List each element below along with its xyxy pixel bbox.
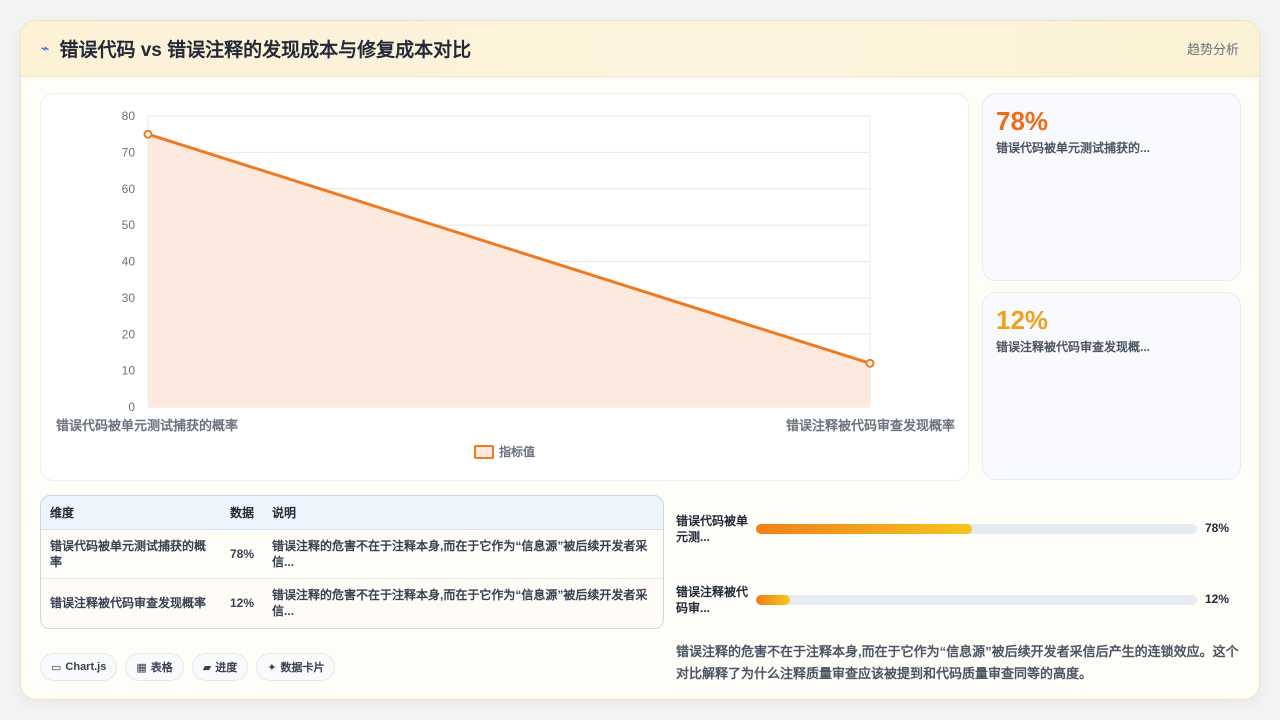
y-tick-label: 60: [122, 182, 136, 196]
y-tick-label: 50: [122, 218, 136, 232]
data-point: [865, 358, 875, 368]
progress-label: 错误代码被单元测...: [676, 514, 749, 544]
data-table: 维度 数据 说明 错误代码被单元测试捕获的概率 78% 错误注释的危害不在于注释…: [41, 496, 663, 627]
progress-value: 12%: [1205, 592, 1230, 606]
progress-track: [756, 524, 1197, 534]
table-cell-dimension: 错误代码被单元测试捕获的概率: [41, 529, 221, 579]
tag-data-card[interactable]: ✦ 数据卡片: [256, 653, 336, 681]
summary-text: 错误注释的危害不在于注释本身,而在于它作为“信息源”被后续开发者采信后产生的连锁…: [676, 644, 1239, 681]
tag-progress[interactable]: ▰ 进度: [191, 653, 249, 681]
tag-list: ▭ Chart.js ▦ 表格 ▰ 进度 ✦ 数据卡片: [40, 653, 336, 681]
x-tick-label: 错误代码被单元测试捕获的概率: [56, 418, 238, 433]
tag-chartjs[interactable]: ▭ Chart.js: [40, 653, 118, 681]
data-point: [143, 129, 153, 139]
series-area: [148, 134, 870, 407]
trend-logo-icon: ⌁: [41, 40, 50, 56]
data-table-card: 维度 数据 说明 错误代码被单元测试捕获的概率 78% 错误注释的危害不在于注释…: [40, 495, 664, 629]
dashboard-panel: ⌁ 错误代码 vs 错误注释的发现成本与修复成本对比 趋势分析 0 10 20 30 4…: [20, 20, 1260, 700]
table-icon: ▦: [136, 661, 147, 674]
y-tick-label: 10: [122, 364, 136, 378]
y-tick-label: 40: [122, 255, 136, 269]
column-header-description: 说明: [263, 496, 663, 530]
stat-label: 错误注释被代码审查发现概...: [996, 340, 1151, 354]
table-cell-dimension: 错误注释被代码审查发现概率: [41, 578, 221, 627]
table-row: 错误代码被单元测试捕获的概率 78% 错误注释的危害不在于注释本身,而在于它作为…: [41, 529, 663, 579]
y-tick-label: 80: [122, 109, 136, 123]
column-header-data: 数据: [221, 496, 264, 530]
stat-value: 12%: [996, 305, 1049, 335]
trend-analysis-link[interactable]: 趋势分析: [1187, 39, 1239, 58]
table-cell-description: 错误注释的危害不在于注释本身,而在于它作为“信息源”被后续开发者采信...: [263, 529, 663, 579]
x-tick-label: 错误注释被代码审查发现概率: [786, 418, 955, 433]
progress-label: 错误注释被代码审...: [676, 585, 749, 615]
y-tick-label: 30: [122, 291, 136, 305]
tag-label: 数据卡片: [280, 662, 325, 674]
progress-row-unit-test: 错误代码被单元测... 78%: [676, 513, 1236, 549]
stat-value: 78%: [996, 106, 1049, 136]
progress-value: 78%: [1205, 521, 1230, 535]
progress-track: [756, 595, 1197, 605]
tag-label: 进度: [215, 662, 238, 674]
tag-label: Chart.js: [65, 661, 107, 673]
legend-label: 指标值: [499, 444, 535, 459]
line-chart: 0 10 20 30 40 50 60 70 80 错误代码被单元测试捕获的概率 错误注释被代码审查…: [56, 109, 955, 459]
stat-label: 错误代码被单元测试捕获的...: [996, 141, 1151, 155]
table-cell-data: 12%: [221, 578, 264, 627]
y-tick-label: 0: [128, 400, 135, 414]
table-cell-data: 78%: [221, 529, 264, 579]
stat-card-code-review: 12% 错误注释被代码审查发现概...: [982, 292, 1241, 480]
tag-label: 表格: [150, 662, 173, 674]
progress-fill: [756, 595, 791, 605]
chart-icon: ▭: [51, 661, 62, 674]
table-row: 错误注释被代码审查发现概率 12% 错误注释的危害不在于注释本身,而在于它作为“…: [41, 578, 663, 627]
header-bar: ⌁ 错误代码 vs 错误注释的发现成本与修复成本对比 趋势分析: [21, 21, 1259, 77]
sparkle-icon: ✦: [267, 661, 277, 674]
line-chart-card: 0 10 20 30 40 50 60 70 80 错误代码被单元测试捕获的概率 错误注释被代码审查…: [40, 93, 969, 481]
progress-icon: ▰: [202, 661, 212, 674]
y-tick-label: 70: [122, 145, 136, 159]
page-title: 错误代码 vs 错误注释的发现成本与修复成本对比: [59, 40, 472, 61]
table-cell-description: 错误注释的危害不在于注释本身,而在于它作为“信息源”被后续开发者采信...: [263, 578, 663, 627]
progress-row-code-review: 错误注释被代码审... 12%: [676, 584, 1236, 620]
stat-card-unit-test: 78% 错误代码被单元测试捕获的...: [982, 93, 1241, 281]
column-header-dimension: 维度: [41, 496, 221, 530]
tag-table[interactable]: ▦ 表格: [125, 653, 184, 681]
progress-fill: [756, 524, 973, 534]
legend-swatch: [474, 445, 494, 459]
y-tick-label: 20: [122, 327, 136, 341]
